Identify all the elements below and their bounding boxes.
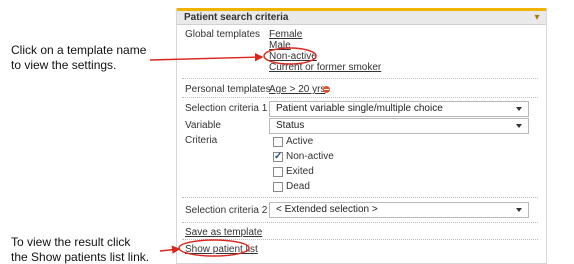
separator [182,78,538,79]
callout-result-line-1: To view the result click [11,235,131,249]
panel-title: Patient search criteria [184,12,289,23]
global-templates-label: Global templates [185,29,261,40]
callout-result-line-2: the Show patients list link. [11,250,150,264]
show-patient-list-link[interactable]: Show patient list [185,244,258,255]
patient-search-panel: Patient search criteria ▾ [176,8,547,264]
variable-value: Status [276,120,305,131]
separator [182,239,538,240]
callout-result-hint: To view the result click the Show patien… [11,235,171,264]
personal-templates-label: Personal templates [185,84,271,95]
selection-criteria-2-select[interactable]: < Extended selection > [269,202,529,218]
checkbox-icon[interactable] [273,137,283,147]
global-template-non-active[interactable]: Non-active [269,51,317,62]
global-template-female[interactable]: Female [269,29,302,40]
selection-criteria-1-select[interactable]: Patient variable single/multiple choice [269,101,529,117]
global-template-smoker[interactable]: Current or former smoker [269,62,381,73]
collapse-icon[interactable]: ▾ [532,12,542,23]
personal-template-age[interactable]: Age > 20 yrs [269,84,325,95]
selection-criteria-2-value: < Extended selection > [276,204,378,215]
remove-icon[interactable] [323,86,330,93]
callout-template-line-1: Click on a template name [11,43,147,57]
selection-criteria-1-label: Selection criteria 1 [185,103,268,114]
separator [182,197,538,198]
dropdown-caret-icon [516,124,522,128]
checkbox-icon[interactable] [273,182,283,192]
selection-criteria-2-label: Selection criteria 2 [185,205,268,216]
criteria-option-label: Non-active [286,151,334,162]
dropdown-caret-icon [516,208,522,212]
checkbox-checked-icon[interactable] [273,151,283,163]
variable-label: Variable [185,120,221,131]
separator [182,97,538,98]
criteria-label: Criteria [185,135,218,146]
save-as-template-link[interactable]: Save as template [185,227,262,238]
callout-template-hint: Click on a template name to view the set… [11,43,161,73]
checkbox-icon[interactable] [273,167,283,177]
callout-template-line-2: to view the settings. [11,58,117,72]
criteria-option-label: Dead [286,181,310,192]
global-template-male[interactable]: Male [269,40,291,51]
criteria-option-label: Exited [286,166,314,177]
panel-header: Patient search criteria ▾ [177,8,546,25]
dropdown-caret-icon [516,107,522,111]
separator [182,222,538,223]
selection-criteria-1-value: Patient variable single/multiple choice [276,103,443,114]
variable-select[interactable]: Status [269,118,529,134]
criteria-option-label: Active [286,136,314,147]
